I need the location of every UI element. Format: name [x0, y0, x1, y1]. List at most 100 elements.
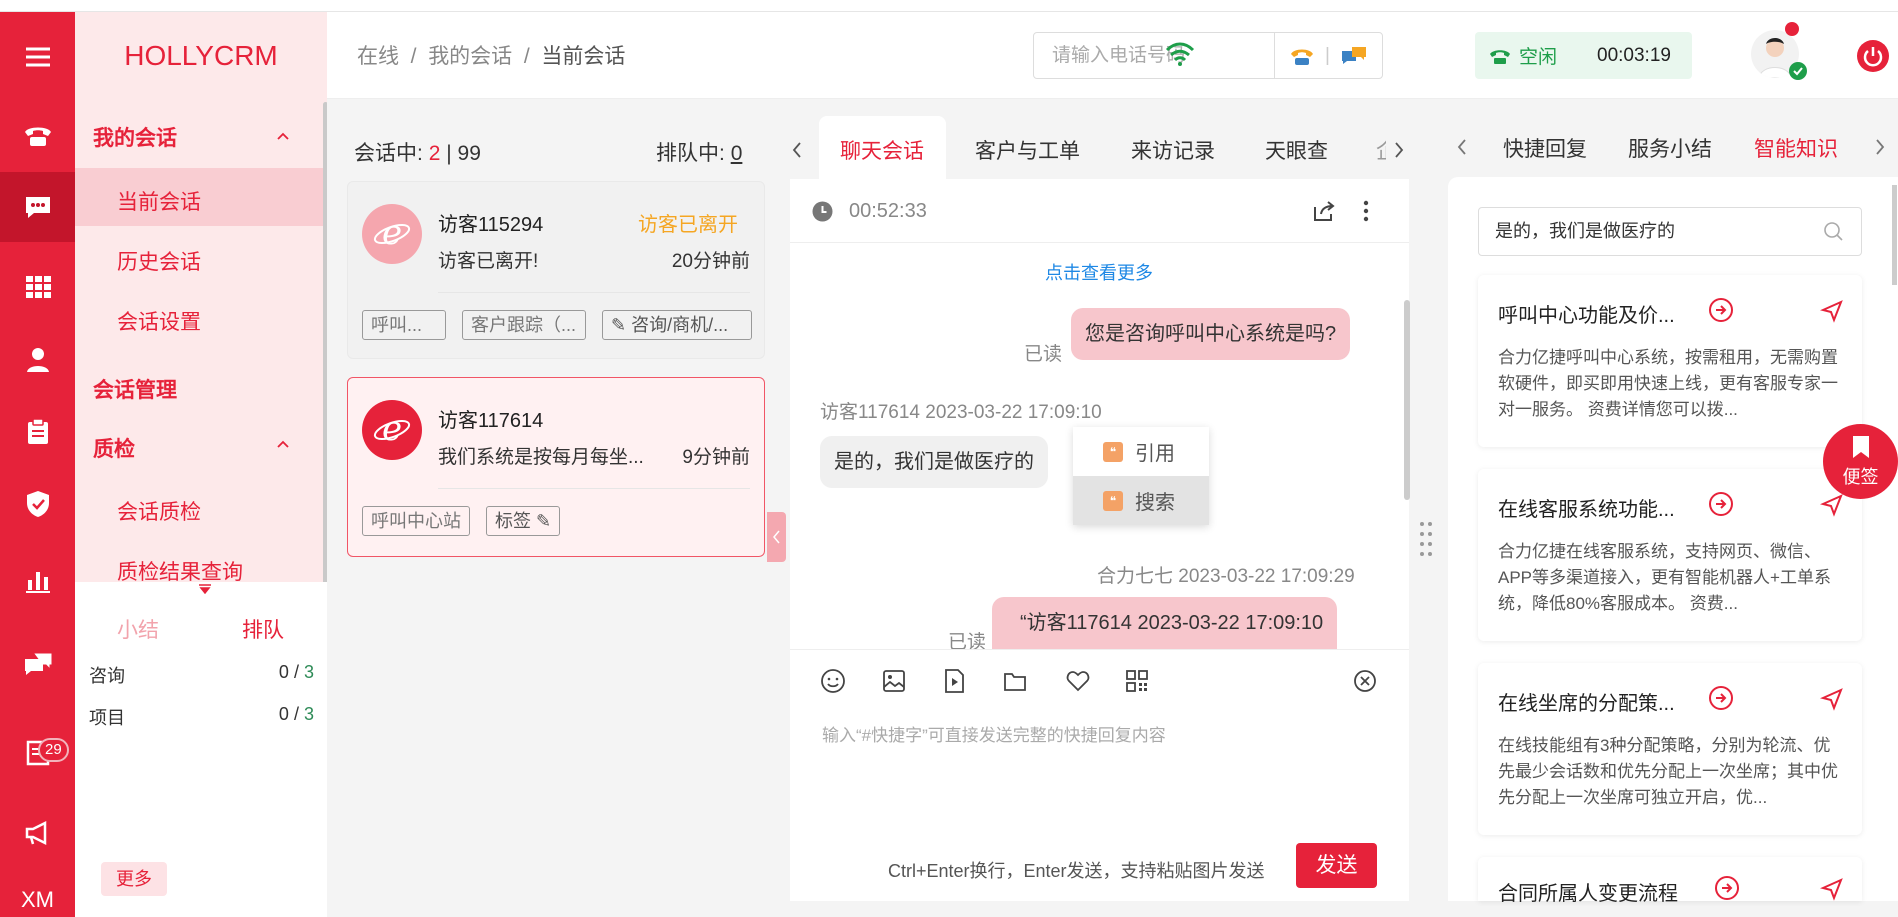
dial-phone-icon[interactable]: [1289, 45, 1315, 67]
rail-shield[interactable]: [0, 469, 75, 539]
share-icon[interactable]: [1312, 199, 1336, 223]
rail-grid[interactable]: [0, 252, 75, 322]
rail-user[interactable]: [0, 325, 75, 395]
summary-row-label: 咨询: [89, 666, 125, 686]
nav-item-history[interactable]: 历史会话: [117, 246, 201, 276]
phone-dial-box: |: [1033, 32, 1383, 79]
visitor-message-meta: 访客117614 2023-03-22 17:09:10: [820, 402, 1102, 423]
divider: [1274, 32, 1275, 79]
arrow-right-circle-icon[interactable]: [1708, 491, 1734, 517]
visitor-avatar: e: [362, 400, 422, 460]
menu-toggle[interactable]: [0, 22, 75, 92]
rail-phone[interactable]: [0, 100, 75, 170]
tab-summary[interactable]: 小结: [117, 614, 159, 644]
rail-chat[interactable]: [0, 172, 75, 242]
collapse-handle[interactable]: [767, 512, 786, 562]
load-more-link[interactable]: 点击查看更多: [1045, 259, 1153, 285]
tab-customer-ticket[interactable]: 客户与工单: [975, 135, 1080, 165]
knowledge-search-input[interactable]: 是的，我们是做医疗的: [1478, 207, 1862, 256]
qr-code-icon[interactable]: [1124, 668, 1150, 694]
nav-item-current[interactable]: 当前会话: [117, 186, 201, 216]
clipboard-icon: [27, 418, 48, 444]
send-icon[interactable]: [1820, 687, 1844, 711]
breadcrumb-online[interactable]: 在线: [357, 45, 399, 68]
nav-group-quality[interactable]: 质检: [93, 433, 135, 463]
knowledge-card[interactable]: 呼叫中心功能及价... 合力亿捷呼叫中心系统，按需租用，无需购置软硬件，即买即用…: [1478, 275, 1862, 447]
video-file-icon[interactable]: [941, 668, 967, 694]
quote-icon: ❝: [1103, 441, 1123, 462]
sticky-note-label: 便签: [1842, 467, 1879, 487]
send-button[interactable]: 发送: [1296, 843, 1377, 888]
visitor-message[interactable]: 是的，我们是做医疗的: [820, 436, 1048, 488]
menu-item-search[interactable]: ❝ 搜索: [1073, 476, 1209, 525]
send-icon[interactable]: [1820, 493, 1844, 517]
session-card[interactable]: e 访客115294 访客已离开 访客已离开! 20分钟前 呼叫... 客户跟踪…: [347, 181, 765, 359]
rail-clipboard[interactable]: [0, 397, 75, 467]
arrow-right-circle-icon[interactable]: [1708, 297, 1734, 323]
drag-handle-icon[interactable]: [1418, 520, 1434, 560]
last-message: 访客已离开!: [438, 251, 539, 272]
chevron-left-icon[interactable]: [791, 141, 803, 159]
chat-icon: [25, 197, 50, 218]
menu-item-quote[interactable]: ❝ 引用: [1073, 427, 1209, 476]
heart-icon[interactable]: [1065, 668, 1091, 694]
caret-down-icon[interactable]: [197, 584, 213, 594]
search-icon[interactable]: [1823, 221, 1843, 241]
app-logo: HOLLYCRM: [124, 40, 278, 71]
message-input[interactable]: 输入“#快捷字”可直接发送完整的快捷回复内容: [822, 721, 1166, 746]
tab-tianyancha[interactable]: 天眼查: [1265, 135, 1328, 165]
tab-visit-records[interactable]: 来访记录: [1131, 135, 1215, 165]
phone-input[interactable]: [1034, 44, 1274, 67]
rail-megaphone[interactable]: [0, 798, 75, 868]
send-icon[interactable]: [1820, 877, 1844, 901]
more-vertical-icon[interactable]: [1362, 199, 1370, 223]
context-menu: ❝ 引用 ❝ 搜索: [1073, 427, 1209, 525]
message-icon: [24, 652, 52, 675]
arrow-right-circle-icon[interactable]: [1714, 875, 1740, 901]
chevron-up-icon[interactable]: [275, 436, 291, 452]
tab-service-summary[interactable]: 服务小结: [1628, 133, 1712, 163]
nav-group-management[interactable]: 会话管理: [93, 374, 177, 404]
chevron-right-icon[interactable]: [1874, 138, 1886, 156]
close-circle-icon[interactable]: [1352, 668, 1378, 694]
nav-item-settings[interactable]: 会话设置: [117, 306, 201, 336]
knowledge-scrollbar[interactable]: [1892, 185, 1897, 285]
send-icon[interactable]: [1820, 299, 1844, 323]
header-bar: 在线 / 我的会话 / 当前会话 | 空闲 00:03:19: [327, 12, 1898, 99]
rail-user-initials[interactable]: XM: [0, 865, 75, 917]
agent-message[interactable]: 您是咨询呼叫中心系统是吗?: [1071, 308, 1351, 360]
chat-bubble-icon[interactable]: [1340, 45, 1368, 67]
session-tag[interactable]: 客户跟踪（...: [462, 310, 586, 340]
image-icon[interactable]: [881, 668, 907, 694]
nav-group-sessions[interactable]: 我的会话: [93, 122, 177, 152]
nav-item-quality-session[interactable]: 会话质检: [117, 496, 201, 526]
knowledge-card[interactable]: 在线坐席的分配策... 在线技能组有3种分配策略，分别为轮流、优先最少会话数和优…: [1478, 663, 1862, 835]
knowledge-card[interactable]: 在线客服系统功能... 合力亿捷在线客服系统，支持网页、微信、APP等多渠道接入…: [1478, 469, 1862, 641]
rail-message[interactable]: [0, 630, 75, 700]
knowledge-card[interactable]: 合同所属人变更流程: [1478, 857, 1862, 905]
tab-truncated[interactable]: 企: [1376, 135, 1386, 165]
session-card-selected[interactable]: e 访客117614 我们系统是按每月每坐... 9分钟前 呼叫中心站 标签 ✎: [347, 377, 765, 557]
session-tag[interactable]: 呼叫...: [362, 310, 446, 340]
chevron-up-icon[interactable]: [275, 128, 291, 144]
more-button[interactable]: 更多: [101, 862, 167, 896]
chevron-left-icon[interactable]: [1456, 138, 1468, 156]
emoji-icon[interactable]: [820, 668, 846, 694]
session-tag-editable[interactable]: ✎ 咨询/商机/...: [602, 310, 752, 340]
power-icon[interactable]: [1857, 40, 1889, 72]
sticky-note-button[interactable]: 便签: [1823, 424, 1898, 499]
tag-edit-button[interactable]: 标签 ✎: [486, 506, 561, 536]
agent-status[interactable]: 空闲 00:03:19: [1475, 32, 1692, 79]
folder-icon[interactable]: [1002, 668, 1028, 694]
rail-stats[interactable]: [0, 545, 75, 615]
chevron-right-icon[interactable]: [1393, 141, 1405, 159]
tab-queue[interactable]: 排队: [242, 614, 284, 644]
tab-smart-knowledge[interactable]: 智能知识: [1754, 133, 1838, 163]
tab-quick-reply[interactable]: 快捷回复: [1503, 133, 1587, 163]
agent-quote-message[interactable]: “访客117614 2023-03-22 17:09:10: [992, 597, 1338, 649]
chat-scrollbar[interactable]: [1404, 300, 1410, 500]
arrow-right-circle-icon[interactable]: [1708, 685, 1734, 711]
session-tag[interactable]: 呼叫中心站: [362, 506, 470, 536]
tab-chat[interactable]: 聊天会话: [840, 135, 924, 165]
breadcrumb-my-sessions[interactable]: 我的会话: [428, 45, 512, 68]
